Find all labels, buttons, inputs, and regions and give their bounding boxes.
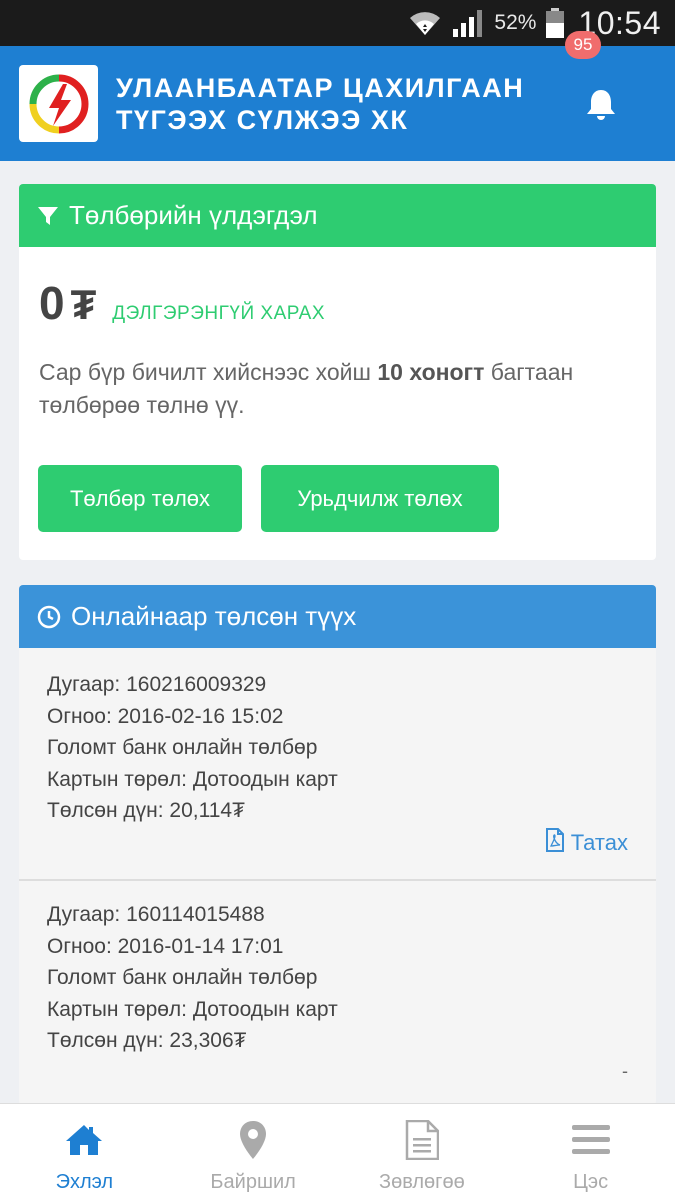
company-name-line1: Улаанбаатар цахилгаан (116, 72, 525, 103)
view-details-link[interactable]: ДЭЛГЭРЭНГҮЙ ХАРАХ (112, 303, 325, 325)
nav-item-advice[interactable]: Зөвлөгөө (338, 1104, 507, 1200)
prepay-button[interactable]: Урьдчилж төлөх (261, 465, 499, 532)
company-logo (19, 65, 98, 142)
wifi-icon (408, 9, 442, 37)
transaction-card-type: Картын төрөл: Дотоодын карт (47, 767, 338, 791)
clock-icon (37, 605, 61, 629)
transaction-number: Дугаар: 160114015488 (47, 903, 265, 926)
history-divider (19, 879, 656, 881)
pdf-file-icon (545, 828, 565, 858)
payment-notice: Сар бүр бичилт хийснээс хойш 10 хоногт б… (39, 356, 629, 422)
nav-item-menu[interactable]: Цэс (506, 1104, 675, 1200)
filter-icon (37, 205, 59, 227)
nav-label-menu: Цэс (573, 1171, 609, 1193)
balance-card: Төлбөрийн үлдэгдэл 0 ₮ ДЭЛГЭРЭНГҮЙ ХАРАХ… (19, 184, 656, 560)
home-icon (64, 1119, 104, 1161)
transaction-bank: Голомт банк онлайн төлбөр (47, 736, 318, 759)
history-card-header: Онлайнаар төлсөн түүх (19, 585, 656, 648)
nav-label-advice: Зөвлөгөө (379, 1171, 465, 1193)
bell-icon (587, 90, 615, 120)
transaction-amount: Төлсөн дүн: 20,114₮ (47, 799, 245, 822)
menu-icon (571, 1119, 610, 1161)
map-pin-icon (239, 1119, 267, 1161)
download-receipt-link[interactable]: Татах (545, 828, 628, 858)
notifications-button[interactable] (585, 82, 625, 126)
battery-percent: 52% (494, 11, 537, 34)
transaction-amount: Төлсөн дүн: 23,306₮ (47, 1029, 247, 1052)
history-card-title: Онлайнаар төлсөн түүх (71, 601, 357, 631)
app-header: Улаанбаатар цахилгаан түгээх сүлжээ ХК (0, 46, 675, 161)
transaction-bank: Голомт банк онлайн төлбөр (47, 966, 318, 989)
transaction-date: Огноо: 2016-01-14 17:01 (47, 934, 284, 958)
nav-label-location: Байршил (210, 1171, 296, 1193)
balance-card-header: Төлбөрийн үлдэгдэл (19, 184, 656, 247)
company-name: Улаанбаатар цахилгаан түгээх сүлжээ ХК (116, 72, 525, 136)
no-download-marker: - (622, 1061, 628, 1081)
notice-text-start: Сар бүр бичилт хийснээс хойш (39, 359, 378, 385)
battery-icon (546, 8, 565, 38)
bottom-nav: Эхлэл Байршил Зөвлөгөө Цэс (0, 1103, 675, 1200)
transaction-number: Дугаар: 160216009329 (47, 673, 267, 696)
document-icon (405, 1119, 439, 1161)
balance-currency: ₮ (70, 281, 97, 328)
nav-item-location[interactable]: Байршил (169, 1104, 338, 1200)
signal-icon (452, 9, 484, 37)
balance-amount: 0 (39, 277, 65, 329)
company-name-line2: түгээх сүлжээ ХК (116, 104, 409, 135)
download-label: Татах (570, 830, 628, 855)
transaction-date: Огноо: 2016-02-16 15:02 (47, 704, 284, 728)
notification-count-badge: 95 (565, 31, 601, 59)
nav-item-home[interactable]: Эхлэл (0, 1104, 169, 1200)
notice-deadline: 10 хоногт (377, 359, 485, 385)
history-item: Дугаар: 160216009329 Огноо: 2016-02-16 1… (19, 669, 656, 827)
history-item: Дугаар: 160114015488 Огноо: 2016-01-14 1… (19, 899, 656, 1057)
balance-row: 0 ₮ ДЭЛГЭРЭНГҮЙ ХАРАХ (39, 276, 325, 330)
nav-label-home: Эхлэл (55, 1171, 114, 1193)
transaction-card-type: Картын төрөл: Дотоодын карт (47, 997, 338, 1021)
balance-card-title: Төлбөрийн үлдэгдэл (69, 200, 318, 230)
payment-history-card: Онлайнаар төлсөн түүх Дугаар: 1602160093… (19, 585, 656, 1105)
pay-bill-button[interactable]: Төлбөр төлөх (38, 465, 242, 532)
